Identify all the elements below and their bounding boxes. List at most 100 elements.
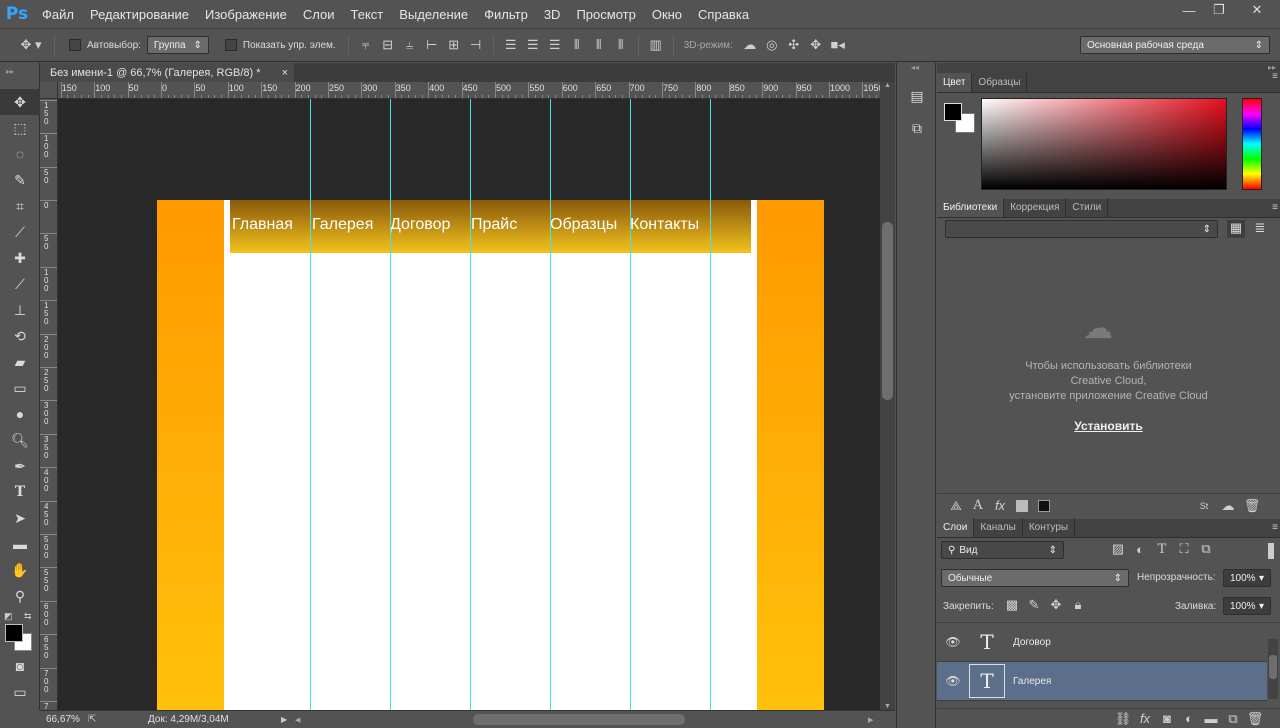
swap-colors-icon[interactable]: ⇆ [24, 611, 32, 622]
lock-all-icon[interactable]: 🔒︎ [1067, 597, 1089, 613]
panel-menu-icon[interactable]: ≡ [1272, 202, 1278, 213]
grid-view-icon[interactable]: ▦ [1227, 220, 1245, 238]
add-graphic-icon[interactable]: ⟁ [945, 498, 967, 514]
tab-коррекция[interactable]: Коррекция [1004, 198, 1067, 217]
link-layers-icon[interactable]: ⛓ [1112, 709, 1134, 728]
zoom-level[interactable]: 66,67% [40, 714, 88, 725]
autoselect-checkbox[interactable] [69, 39, 81, 51]
menu-item[interactable]: Изображение [197, 7, 295, 22]
camera-3d-icon[interactable]: ■◂ [827, 35, 849, 55]
slide-3d-icon[interactable]: ✥ [805, 35, 827, 55]
new-group-icon[interactable]: ▬ [1200, 709, 1222, 728]
distribute-vcenter-icon[interactable]: ☰ [522, 35, 544, 55]
document-canvas[interactable]: Главная Галерея Договор Прайс Образцы Контакт… [157, 200, 824, 710]
minimize-button[interactable]: — [1174, 0, 1204, 20]
color-field[interactable] [981, 98, 1227, 190]
fill-input[interactable]: 100% ▾ [1223, 597, 1271, 615]
clone-stamp-tool-icon[interactable]: ⊥ [0, 297, 40, 323]
zoom-tool-icon[interactable]: ⚲ [0, 583, 40, 609]
align-vcenter-icon[interactable]: ⊟ [377, 35, 399, 55]
crop-tool-icon[interactable]: ⌗ [0, 193, 40, 219]
align-top-icon[interactable]: ⫧ [355, 35, 377, 55]
add-fg-color-icon[interactable] [1011, 499, 1033, 512]
menu-item[interactable]: Слои [295, 7, 343, 22]
tab-стили[interactable]: Стили [1066, 198, 1109, 217]
lock-position-icon[interactable]: ✥ [1045, 597, 1067, 613]
opacity-input[interactable]: 100% ▾ [1223, 569, 1271, 587]
vertical-scroll-thumb[interactable] [882, 222, 893, 400]
type-tool-icon[interactable]: T [0, 479, 40, 505]
history-brush-tool-icon[interactable]: ⟲ [0, 323, 40, 349]
blend-mode-dropdown[interactable]: Обычные ⇕ [941, 569, 1129, 587]
sync-icon[interactable]: ☁ [1217, 498, 1239, 514]
scroll-up-icon[interactable]: ▲ [880, 82, 895, 89]
path-select-tool-icon[interactable]: ➤ [0, 505, 40, 531]
filter-type-icon[interactable]: T [1151, 541, 1173, 557]
hand-tool-icon[interactable]: ✋ [0, 557, 40, 583]
tab-контуры[interactable]: Контуры [1023, 518, 1076, 537]
filter-pixel-icon[interactable]: ▨ [1107, 541, 1129, 557]
document-tab[interactable]: Без имени-1 @ 66,7% (Галерея, RGB/8) * × [40, 63, 294, 82]
align-right-icon[interactable]: ⊣ [465, 35, 487, 55]
distribute-hcenter-icon[interactable]: ⦀ [588, 35, 610, 55]
close-tab-icon[interactable]: × [282, 67, 288, 79]
dodge-tool-icon[interactable]: 🔍︎ [0, 427, 40, 453]
guide-line[interactable] [550, 99, 551, 710]
guide-line[interactable] [310, 99, 311, 710]
blur-tool-icon[interactable]: ● [0, 401, 40, 427]
library-dropdown[interactable]: ⇕ [945, 220, 1218, 238]
menu-item[interactable]: Файл [34, 7, 82, 22]
eraser-tool-icon[interactable]: ▰ [0, 349, 40, 375]
history-panel-icon[interactable]: ▤ [897, 83, 937, 109]
marquee-tool-icon[interactable]: ⬚ [0, 115, 40, 141]
menu-item[interactable]: 3D [536, 7, 569, 22]
show-controls-checkbox[interactable] [224, 39, 237, 51]
align-hcenter-icon[interactable]: ⊞ [443, 35, 465, 55]
hue-slider[interactable] [1242, 98, 1262, 190]
canvas-area[interactable]: Главная Галерея Договор Прайс Образцы Контакт… [58, 99, 880, 710]
panel-menu-icon[interactable]: ≡ [1272, 71, 1278, 82]
panel-collapse-icon[interactable]: ▸▸ [0, 63, 39, 89]
add-bg-color-icon[interactable] [1033, 499, 1055, 512]
status-menu-arrow-icon[interactable]: ▶ [281, 715, 287, 724]
visibility-eye-icon[interactable]: 👁︎ [937, 635, 969, 649]
tab-слои[interactable]: Слои [937, 518, 975, 537]
distribute-top-icon[interactable]: ☰ [500, 35, 522, 55]
add-layer-style-icon[interactable]: fx [989, 498, 1011, 513]
rotate-3d-icon[interactable]: ☁ [739, 35, 761, 55]
menu-item[interactable]: Редактирование [82, 7, 197, 22]
visibility-eye-icon[interactable]: 👁︎ [937, 674, 969, 688]
new-layer-icon[interactable]: ⧉ [1222, 709, 1244, 728]
auto-align-icon[interactable]: ▥ [645, 35, 667, 55]
lasso-tool-icon[interactable]: ◌ [0, 141, 40, 167]
screen-mode-icon[interactable]: ▭ [0, 679, 40, 705]
default-colors-icon[interactable]: ◩ [4, 611, 13, 622]
layer-row[interactable]: 👁︎ T Договор [937, 623, 1267, 662]
layers-scroll-thumb[interactable] [1269, 655, 1277, 679]
new-adjustment-icon[interactable]: ◐ [1178, 709, 1200, 728]
trash-icon[interactable]: 🗑︎ [1241, 498, 1263, 514]
lock-transparency-icon[interactable]: ▩ [1001, 597, 1023, 613]
rectangle-tool-icon[interactable]: ▬ [0, 531, 40, 557]
gradient-tool-icon[interactable]: ▭ [0, 375, 40, 401]
scroll-right-icon[interactable]: ▶ [868, 716, 873, 724]
menu-item[interactable]: Окно [644, 7, 690, 22]
tab-каналы[interactable]: Каналы [974, 518, 1023, 537]
pen-tool-icon[interactable]: ✒ [0, 453, 40, 479]
brush-tool-icon[interactable]: ⟋ [0, 271, 40, 297]
quick-select-tool-icon[interactable]: ✎ [0, 167, 40, 193]
panel-menu-icon[interactable]: ≡ [1272, 522, 1278, 533]
install-link[interactable]: Установить [1074, 419, 1143, 433]
scroll-left-icon[interactable]: ◀ [295, 716, 300, 724]
stock-icon[interactable]: St [1193, 501, 1215, 511]
quick-mask-icon[interactable]: ◙ [0, 653, 40, 679]
healing-brush-tool-icon[interactable]: ✚ [0, 245, 40, 271]
add-char-style-icon[interactable]: A [967, 498, 989, 513]
filter-shape-icon[interactable]: ⛶ [1173, 541, 1195, 557]
guide-line[interactable] [710, 99, 711, 710]
distribute-bottom-icon[interactable]: ☰ [544, 35, 566, 55]
scroll-down-icon[interactable]: ▼ [880, 703, 895, 710]
move-tool-preset-icon[interactable]: ✥ ▾ [14, 35, 48, 55]
layer-filter-dropdown[interactable]: ⚲ Вид ⇕ [941, 541, 1064, 559]
tab-цвет[interactable]: Цвет [937, 73, 973, 92]
